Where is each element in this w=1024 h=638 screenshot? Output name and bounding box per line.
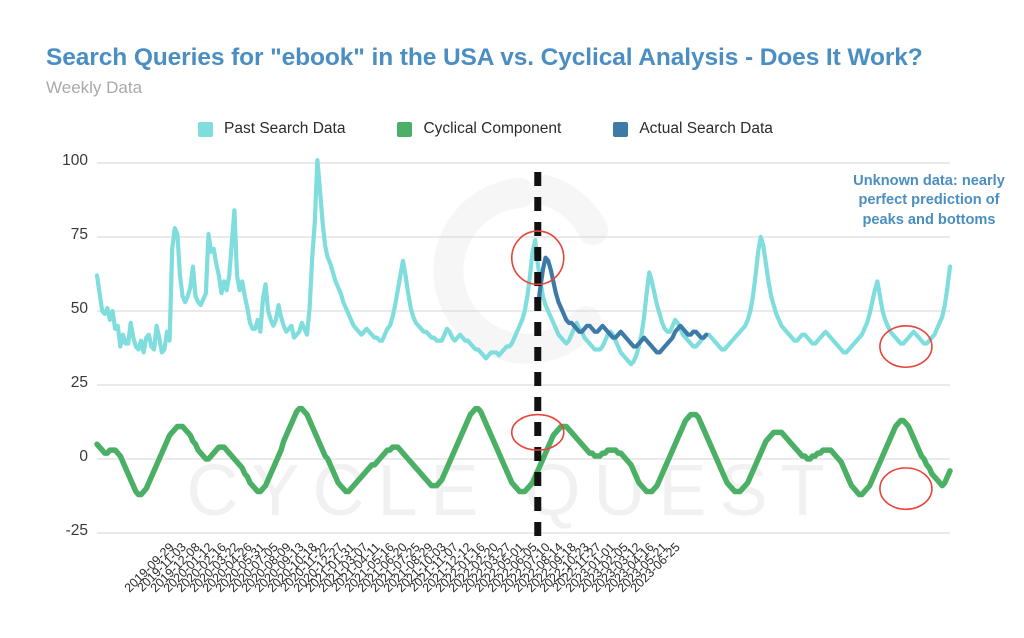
- y-axis-tick-label: 25: [70, 374, 88, 391]
- highlight-ellipse: [879, 324, 933, 369]
- y-axis-tick-label: 75: [70, 226, 88, 243]
- watermark-ring-tick: [530, 175, 608, 245]
- chart-page: CYCLE QUEST Search Queries for "ebook" i…: [0, 0, 1024, 638]
- y-axis-tick-label: 100: [62, 152, 88, 169]
- series-line-cyclical-component: [94, 405, 953, 498]
- y-axis-tick-label: 0: [79, 448, 88, 465]
- chart-plot-area: [94, 157, 953, 546]
- y-axis-tick-label: 50: [70, 300, 88, 317]
- y-axis-tick-label: -25: [65, 522, 88, 539]
- highlight-ellipse: [879, 467, 933, 511]
- unknown-data-annotation: Unknown data: nearly perfect prediction …: [853, 173, 1005, 228]
